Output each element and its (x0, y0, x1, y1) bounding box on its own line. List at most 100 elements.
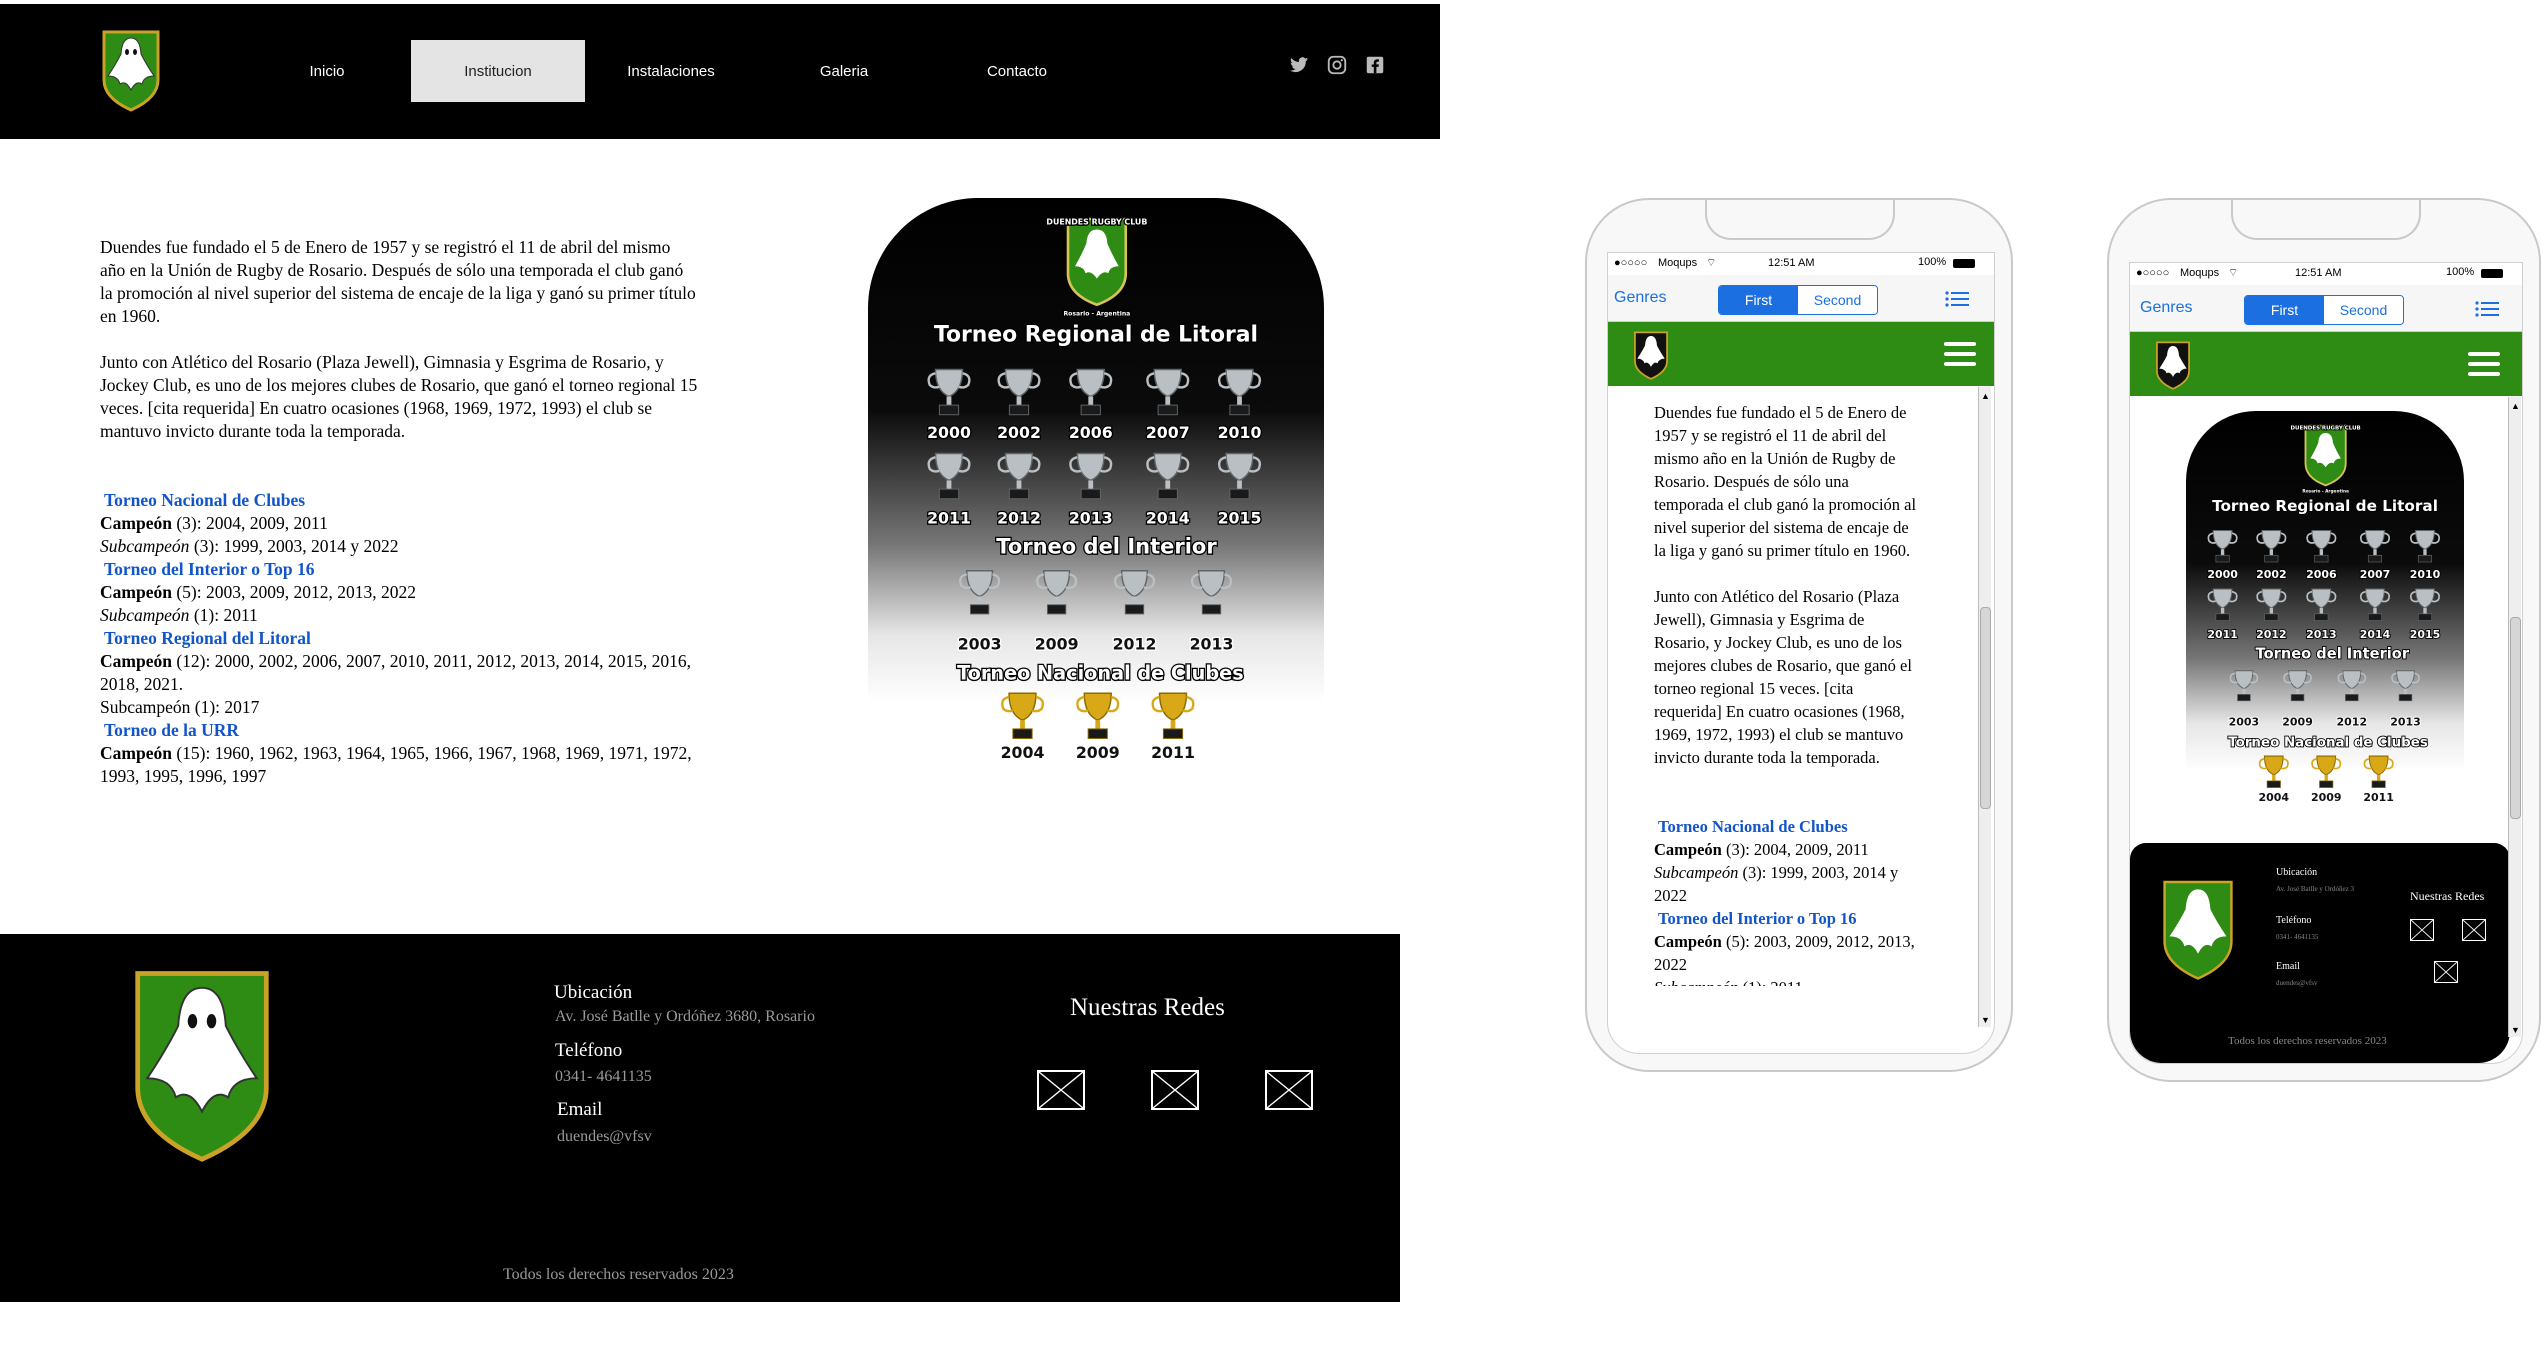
hamburger-menu-icon[interactable] (2468, 352, 2500, 378)
scroll-down-icon[interactable]: ▼ (2511, 1025, 2520, 1035)
campeon-value: (3): 2004, 2009, 2011 (1721, 840, 1869, 859)
nav-instalaciones[interactable]: Instalaciones (584, 40, 758, 102)
scrollbar[interactable]: ▲ ▼ (1978, 387, 1991, 1027)
scroll-up-icon[interactable]: ▲ (1981, 391, 1990, 401)
poster-club-place: Rosario - Argentina (2302, 489, 2349, 495)
segmented-control[interactable]: First Second (2244, 295, 2404, 325)
subcampeon-label: Subcampeón (100, 536, 190, 556)
campeon-label: Campeón (100, 743, 172, 763)
ubicacion-label: Ubicación (2276, 867, 2318, 878)
segment-first[interactable]: First (2245, 296, 2324, 324)
club-logo[interactable] (1632, 330, 1670, 380)
trophy-icon (959, 570, 1001, 615)
trophy-icon (2256, 529, 2287, 563)
battery-text: 100% (1918, 256, 1947, 268)
text-line: torneo regional 15 veces. [cita (1654, 679, 1854, 698)
nav-inicio[interactable]: Inicio (240, 40, 414, 102)
poster-year: 2012 (2337, 716, 2368, 729)
campeon-value: 1993, 1995, 1996, 1997 (100, 766, 267, 786)
poster-year: 2010 (1218, 423, 1262, 442)
social-link-placeholder[interactable] (2410, 919, 2434, 941)
email-label: Email (557, 1099, 603, 1120)
segmented-control[interactable]: First Second (1718, 285, 1878, 315)
campeon-value: 2022 (1654, 955, 1687, 974)
text-line: la liga y ganó su primer título en 1960. (1654, 541, 1911, 560)
trophy-poster: DUENDES RUGBY CLUB Rosario - Argentina Tor… (868, 198, 1324, 758)
social-link-placeholder[interactable] (2434, 961, 2458, 983)
trophy-icon (927, 368, 971, 416)
poster-year: 2013 (1069, 509, 1113, 528)
social-link-placeholder[interactable] (1151, 1070, 1199, 1110)
scroll-down-icon[interactable]: ▼ (1981, 1015, 1990, 1025)
nav-galeria[interactable]: Galeria (757, 40, 931, 102)
poster-year: 2011 (2207, 628, 2238, 641)
subcampeon-value: (1): 2011 (189, 605, 258, 625)
scrollbar[interactable]: ▲ ▼ (2508, 397, 2521, 1037)
trophy-icon (2409, 529, 2440, 563)
trophy-icon (2391, 670, 2420, 702)
scroll-up-icon[interactable]: ▲ (2511, 401, 2520, 411)
poster-year: 2013 (2390, 716, 2421, 729)
trophy-icon (2283, 670, 2312, 702)
campeon-value: (5): 2003, 2009, 2012, 2013, (1721, 932, 1915, 951)
poster-club-banner: DUENDES RUGBY CLUB (2291, 425, 2361, 431)
email-label: Email (2276, 961, 2300, 972)
poster-title-nacional: Torneo Nacional de Clubes (2228, 735, 2428, 750)
back-button[interactable]: Genres (2140, 299, 2192, 317)
achievements-paragraph: Junto con Atlético del Rosario (Plaza Je… (100, 351, 720, 443)
poster-year: 2011 (2363, 791, 2394, 804)
subcampeon-value: (1): 2011 (1738, 978, 1802, 986)
text-line: mismo año en la Unión de Rugby de (1654, 449, 1896, 468)
tournament-title: Torneo del Interior o Top 16 (1658, 909, 1857, 928)
poster-title-interior: Torneo del Interior (996, 534, 1217, 558)
desktop-footer: Ubicación Av. José Batlle y Ordóñez 3680… (0, 934, 1400, 1302)
poster-year: 2003 (2229, 716, 2260, 729)
instagram-icon[interactable] (1326, 54, 1348, 76)
wifi-icon: ⌔ (1706, 257, 1717, 269)
back-button[interactable]: Genres (1614, 289, 1666, 307)
social-link-placeholder[interactable] (2462, 919, 2486, 941)
segment-first[interactable]: First (1719, 286, 1798, 314)
poster-year: 2009 (1076, 743, 1120, 758)
hamburger-menu-icon[interactable] (1944, 342, 1976, 368)
scroll-thumb[interactable] (1980, 607, 1991, 809)
nav-institucion[interactable]: Institucion (411, 40, 585, 102)
list-icon[interactable] (2474, 299, 2500, 319)
social-link-placeholder[interactable] (1265, 1070, 1313, 1110)
redes-title: Nuestras Redes (2410, 889, 2485, 903)
poster-year: 2015 (2410, 628, 2441, 641)
subcampeon-label: Subcampeón (100, 605, 190, 625)
status-bar: ●○○○○ Moqups ⌔ 12:51 AM 100% (1608, 253, 1994, 275)
ubicacion-label: Ubicación (554, 982, 633, 1003)
scroll-thumb[interactable] (2510, 617, 2521, 819)
email-value[interactable]: duendes@vfsv (2276, 979, 2317, 987)
tournament-title: Torneo del Interior o Top 16 (104, 559, 315, 579)
social-link-placeholder[interactable] (1037, 1070, 1085, 1110)
club-logo[interactable] (100, 28, 162, 112)
footer-club-logo (135, 971, 269, 1162)
text-line: nivel superior del sistema de encaje de (1654, 518, 1909, 537)
status-bar: ●○○○○ Moqups ⌔ 12:51 AM 100% (2130, 263, 2522, 285)
segment-second[interactable]: Second (1798, 286, 1877, 314)
facebook-icon[interactable] (1364, 54, 1386, 76)
history-paragraph: Duendes fue fundado el 5 de Enero de 195… (100, 236, 720, 328)
segment-second[interactable]: Second (2324, 296, 2403, 324)
text-line: mejores clubes de Rosario, que ganó el (1654, 656, 1912, 675)
list-icon[interactable] (1944, 289, 1970, 309)
poster-year: 2014 (2360, 628, 2391, 641)
trophy-icon (1217, 452, 1262, 500)
trophy-icon (1076, 692, 1120, 739)
trophy-icon (997, 452, 1041, 500)
club-logo[interactable] (2154, 340, 2192, 390)
poster-year: 2013 (2306, 628, 2337, 641)
phone-mockup-poster: ●○○○○ Moqups ⌔ 12:51 AM 100% Genres Firs… (2107, 198, 2541, 1082)
trophy-icon (2207, 529, 2238, 563)
trophy-icon (2306, 529, 2337, 563)
poster-year: 2015 (1218, 509, 1262, 528)
twitter-icon[interactable] (1288, 54, 1310, 76)
nav-contacto[interactable]: Contacto (930, 40, 1104, 102)
text-line: en 1960. (100, 306, 161, 326)
text-line: Rosario, y Jockey Club, es uno de los (1654, 633, 1902, 652)
poster-year: 2004 (1001, 743, 1045, 758)
email-value[interactable]: duendes@vfsv (557, 1128, 652, 1146)
